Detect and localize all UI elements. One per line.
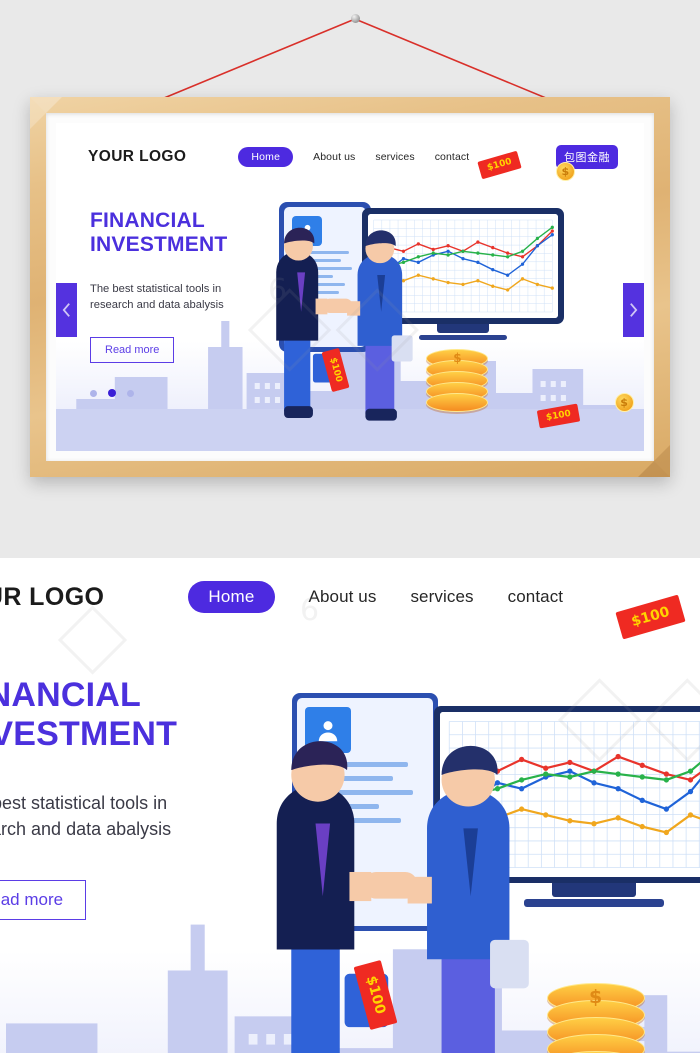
carousel-prev-button[interactable] xyxy=(56,283,77,337)
site-logo[interactable]: YOUR LOGO xyxy=(88,148,186,166)
frame-mat: YOUR LOGO Home About us services contact… xyxy=(46,113,654,461)
chevron-right-icon xyxy=(630,303,638,317)
carousel-next-button[interactable] xyxy=(623,283,644,337)
businessman-right xyxy=(407,745,529,1053)
picture-frame: YOUR LOGO Home About us services contact… xyxy=(30,97,670,477)
handshake xyxy=(363,871,417,899)
chevron-left-icon xyxy=(62,303,70,317)
gold-coin-icon: $ xyxy=(555,162,575,182)
nav-item-contact[interactable]: contact xyxy=(435,151,470,163)
nav-item-about-us[interactable]: About us xyxy=(309,587,377,607)
read-more-button[interactable]: Read more xyxy=(0,879,87,920)
businessman-right xyxy=(346,229,413,421)
people-illustration xyxy=(275,227,413,421)
handshake xyxy=(323,298,352,313)
hero-title-line1: FINANCIAL xyxy=(0,676,141,714)
zoom-wrapper: YOUR LOGO Home About us services contact… xyxy=(0,558,700,1053)
screenshot-root: YOUR LOGO Home About us services contact… xyxy=(0,0,700,1053)
site-navbar-zoomed: YOUR LOGO Home About us services contact… xyxy=(0,558,700,616)
hanging-nail-icon xyxy=(351,14,360,23)
carousel-dot-active[interactable] xyxy=(108,389,116,398)
landing-page-artwork-zoomed: YOUR LOGO Home About us services contact… xyxy=(0,558,700,1053)
carousel-dot[interactable] xyxy=(90,389,97,397)
nav-item-services[interactable]: services xyxy=(375,151,414,163)
people-illustration xyxy=(276,740,529,1053)
nav-item-services[interactable]: services xyxy=(410,587,473,607)
businessman-left xyxy=(275,227,337,418)
nav-item-home[interactable]: Home xyxy=(238,147,294,167)
picture-hanging-wire xyxy=(151,18,559,104)
nav-item-about-us[interactable]: About us xyxy=(313,151,355,163)
nav-item-home[interactable]: Home xyxy=(188,581,275,613)
nav-links: Home About us services contact xyxy=(188,581,563,613)
nav-item-contact[interactable]: contact xyxy=(508,587,564,607)
gold-coin-icon: $ xyxy=(614,392,634,412)
framed-mockup-scene: YOUR LOGO Home About us services contact… xyxy=(0,0,700,558)
nav-links: Home About us services contact xyxy=(238,147,469,167)
carousel-dot[interactable] xyxy=(127,389,134,397)
site-logo[interactable]: YOUR LOGO xyxy=(0,583,104,612)
site-navbar: YOUR LOGO Home About us services contact… xyxy=(56,123,644,169)
landing-page-artwork: YOUR LOGO Home About us services contact… xyxy=(56,123,644,451)
zoomed-detail-scene: YOUR LOGO Home About us services contact… xyxy=(0,558,700,1053)
read-more-button[interactable]: Read more xyxy=(90,337,175,364)
